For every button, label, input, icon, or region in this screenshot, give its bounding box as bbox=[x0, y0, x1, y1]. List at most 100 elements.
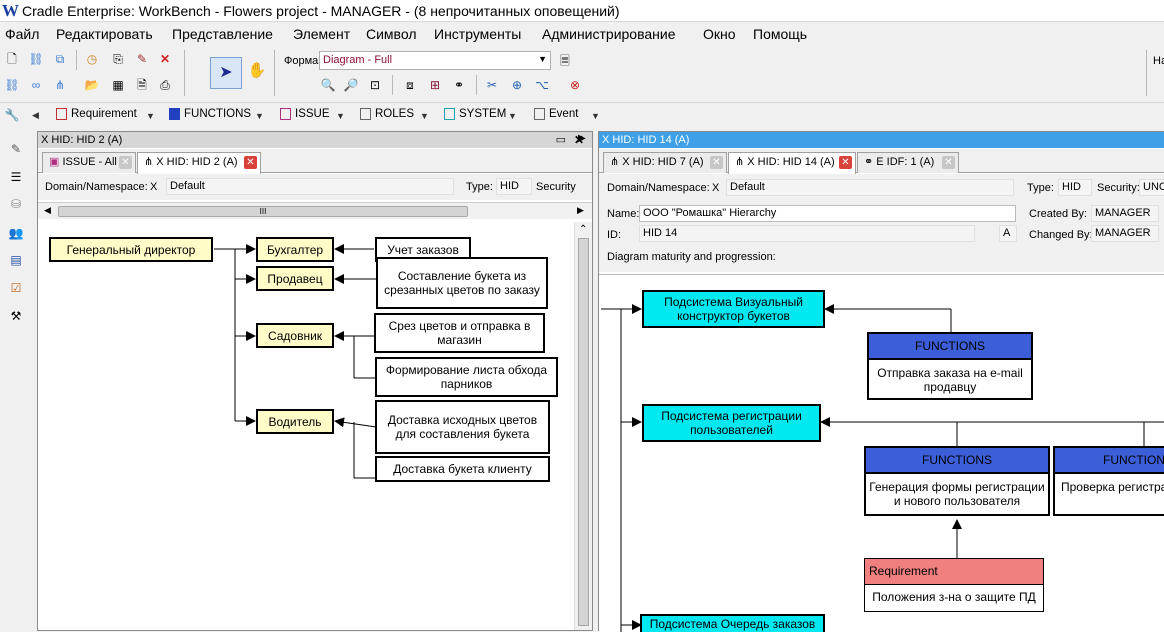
select-tool-button[interactable]: ➤ bbox=[210, 57, 242, 89]
horizontal-scrollbar[interactable]: ◀ III ▶ bbox=[38, 202, 592, 219]
cut-link-icon[interactable]: ✂ bbox=[484, 77, 500, 93]
chevron-down-icon[interactable]: ▼ bbox=[420, 111, 429, 121]
name-field[interactable]: ООО "Ромашка" Hierarchy bbox=[639, 205, 1016, 222]
users-icon[interactable]: 👥 bbox=[8, 225, 24, 241]
security-field[interactable]: UNC bbox=[1139, 179, 1164, 196]
tree-layout-icon[interactable]: ⊞ bbox=[427, 77, 443, 93]
menu-tools[interactable]: Инструменты bbox=[434, 26, 521, 42]
new-icon[interactable]: 🗋 bbox=[4, 51, 20, 67]
node-subsystem-registration[interactable]: Подсистема регистрации пользователей bbox=[642, 404, 821, 442]
node-function-registration-form[interactable]: FUNCTIONS Генерация формы регистрации и … bbox=[864, 446, 1050, 516]
node-accountant[interactable]: Бухгалтер bbox=[256, 237, 334, 262]
system-button[interactable]: SYSTEM bbox=[444, 108, 506, 120]
link-icon[interactable]: ⛓ bbox=[28, 51, 44, 67]
copy-icon[interactable]: ⎘ bbox=[110, 51, 126, 67]
created-by-field[interactable]: MANAGER bbox=[1091, 205, 1159, 222]
menu-item[interactable]: Элемент bbox=[293, 26, 350, 42]
chevron-down-icon[interactable]: ▼ bbox=[508, 111, 517, 121]
hierarchy-icon[interactable]: ⋔ bbox=[52, 77, 68, 93]
delete-icon[interactable]: ✕ bbox=[157, 51, 173, 67]
functions-button[interactable]: FUNCTIONS bbox=[169, 108, 251, 120]
form-options-icon[interactable]: 🗏 bbox=[557, 53, 573, 69]
tab-hid-14[interactable]: ⋔ X HID: HID 14 (A) ✕ bbox=[728, 152, 856, 174]
domain-field[interactable]: Default bbox=[726, 179, 1014, 196]
node-bouquet[interactable]: Составление букета из срезанных цветов п… bbox=[376, 257, 548, 309]
close-tab-icon[interactable]: ✕ bbox=[839, 156, 852, 169]
link-edit-icon[interactable]: ⌥ bbox=[534, 77, 550, 93]
close-tab-icon[interactable]: ✕ bbox=[710, 156, 723, 169]
link-add-icon[interactable]: ⊕ bbox=[509, 77, 525, 93]
node-delivery-client[interactable]: Доставка букета клиенту bbox=[375, 456, 550, 482]
menu-help[interactable]: Помощь bbox=[753, 26, 807, 42]
list-icon[interactable]: ☰ bbox=[8, 169, 24, 185]
print-preview-icon[interactable]: 🗎 bbox=[134, 77, 150, 93]
node-cut[interactable]: Срез цветов и отправка в магазин bbox=[374, 313, 545, 353]
close-tab-icon[interactable]: ✕ bbox=[244, 156, 257, 169]
layout-icon[interactable]: ⧈ bbox=[402, 77, 418, 93]
scroll-left-icon[interactable]: ◀ bbox=[44, 205, 51, 216]
type-field[interactable]: HID bbox=[1058, 179, 1092, 196]
pen-icon[interactable]: ✎ bbox=[8, 141, 24, 157]
link-remove-icon[interactable]: ⊗ bbox=[567, 77, 583, 93]
open-folder-icon[interactable]: 📂 bbox=[84, 77, 100, 93]
close-tab-icon[interactable]: ✕ bbox=[119, 156, 132, 169]
close-tab-icon[interactable]: ✕ bbox=[942, 156, 955, 169]
zoom-in-icon[interactable]: 🔍 bbox=[320, 77, 336, 93]
tab-hid-2[interactable]: ⋔ X HID: HID 2 (A) ✕ bbox=[137, 152, 261, 174]
database-icon[interactable]: ⛁ bbox=[8, 196, 24, 212]
chain-icon[interactable]: ⛓ bbox=[4, 77, 20, 93]
node-seller[interactable]: Продавец bbox=[256, 266, 334, 291]
node-director[interactable]: Генеральный директор bbox=[49, 237, 213, 262]
form-select[interactable]: Diagram - Full ▼ bbox=[319, 51, 551, 70]
binoculars-icon[interactable]: ⚭ bbox=[451, 77, 467, 93]
tab-issue-all[interactable]: ▣ ISSUE - All ✕ bbox=[42, 152, 136, 173]
node-function-check[interactable]: FUNCTION Проверка регистрационных данных bbox=[1053, 446, 1164, 516]
wrench-icon[interactable]: 🔧 bbox=[4, 107, 20, 123]
maximize-icon[interactable]: ▭ bbox=[556, 132, 566, 148]
changed-by-field[interactable]: MANAGER bbox=[1091, 225, 1159, 242]
node-gardener[interactable]: Садовник bbox=[256, 323, 334, 348]
hand-tool-icon[interactable]: ✋ bbox=[248, 63, 267, 79]
scroll-thumb[interactable]: III bbox=[58, 206, 468, 217]
id-suffix-field[interactable]: A bbox=[999, 225, 1017, 242]
print-icon[interactable]: ⎙ bbox=[157, 77, 173, 93]
vertical-scrollbar[interactable]: ⌃ bbox=[574, 222, 592, 630]
chevron-down-icon[interactable]: ▼ bbox=[146, 111, 155, 121]
node-subsystem-constructor[interactable]: Подсистема Визуальный конструктор букето… bbox=[642, 290, 825, 328]
node-list[interactable]: Формирование листа обхода парников bbox=[375, 357, 558, 397]
issue-button[interactable]: ISSUE bbox=[280, 108, 330, 120]
scroll-thumb[interactable] bbox=[578, 238, 589, 626]
tools-icon[interactable]: ⚒ bbox=[8, 308, 24, 324]
id-field[interactable]: HID 14 bbox=[639, 225, 975, 242]
chevron-down-icon[interactable]: ▼ bbox=[255, 111, 264, 121]
connect-icon[interactable]: ∞ bbox=[28, 77, 44, 93]
zoom-fit-icon[interactable]: ⊡ bbox=[367, 77, 383, 93]
requirement-button[interactable]: Requirement bbox=[56, 108, 137, 120]
node-subsystem-queue[interactable]: Подсистема Очередь заказов bbox=[640, 614, 825, 632]
copy-link-icon[interactable]: ⧉ bbox=[52, 51, 68, 67]
menu-admin[interactable]: Администрирование bbox=[542, 26, 676, 42]
chevron-down-icon[interactable]: ▼ bbox=[336, 111, 345, 121]
zoom-out-icon[interactable]: 🔎 bbox=[343, 77, 359, 93]
scroll-right-icon[interactable]: ▶ bbox=[577, 205, 584, 216]
domain-field[interactable]: Default bbox=[166, 178, 454, 195]
menu-view[interactable]: Представление bbox=[172, 26, 273, 42]
tab-idf-1[interactable]: ⚭ E IDF: 1 (A) ✕ bbox=[857, 152, 959, 173]
tab-hid-7[interactable]: ⋔ X HID: HID 7 (A) ✕ bbox=[603, 152, 727, 173]
node-function-email[interactable]: FUNCTIONS Отправка заказа на e-mail прод… bbox=[867, 332, 1033, 400]
clock-icon[interactable]: ◷ bbox=[84, 51, 100, 67]
edit-icon[interactable]: ✎ bbox=[134, 51, 150, 67]
form-icon[interactable]: ▤ bbox=[8, 252, 24, 268]
menu-window[interactable]: Окно bbox=[703, 26, 736, 42]
node-delivery-src[interactable]: Доставка исходных цветов для составления… bbox=[375, 400, 550, 454]
pane-splitter-arrow-icon[interactable]: ▶ bbox=[578, 133, 586, 144]
grid-icon[interactable]: ▦ bbox=[110, 77, 126, 93]
menu-file[interactable]: Файл bbox=[5, 26, 39, 42]
scroll-left-icon[interactable]: ◀ bbox=[32, 110, 39, 121]
menu-symbol[interactable]: Символ bbox=[366, 26, 416, 42]
chevron-down-icon[interactable]: ▼ bbox=[591, 111, 600, 121]
roles-button[interactable]: ROLES bbox=[360, 108, 414, 120]
checklist-icon[interactable]: ☑ bbox=[8, 280, 24, 296]
type-field[interactable]: HID bbox=[496, 178, 532, 195]
scroll-up-icon[interactable]: ⌃ bbox=[579, 224, 587, 235]
